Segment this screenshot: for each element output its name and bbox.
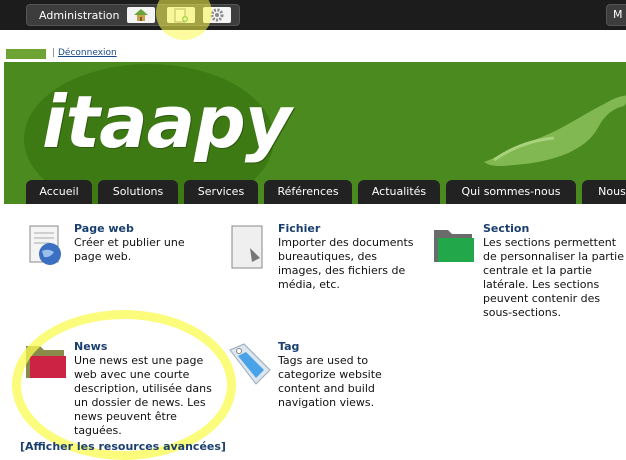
home-icon[interactable] [127, 7, 155, 23]
web-page-icon [29, 225, 61, 265]
resource-desc: Importer des documents bureautiques, des… [278, 236, 414, 291]
file-icon [231, 225, 263, 269]
tab-services[interactable]: Services [184, 180, 258, 204]
resource-file[interactable] [230, 224, 270, 273]
folder-green-icon [434, 230, 474, 262]
tab-qui-sommes-nous[interactable]: Qui sommes-nous [446, 180, 576, 204]
user-name[interactable] [6, 49, 46, 59]
resource-title[interactable]: Fichier [278, 222, 418, 235]
highlight-circle [156, 0, 212, 40]
advanced-resources-link[interactable]: [Afficher les resources avancées] [20, 440, 226, 453]
resource-web-page-text: Page web Créer et publier une page web. [74, 222, 214, 264]
site-banner: | Déconnexion itaapy Accueil Solutions S… [4, 44, 626, 204]
resource-title[interactable]: Section [483, 222, 625, 235]
main-nav: Accueil Solutions Services Références Ac… [26, 180, 626, 204]
resource-section[interactable] [432, 226, 478, 269]
tab-solutions[interactable]: Solutions [98, 180, 178, 204]
administration-label[interactable]: Administration [39, 9, 120, 22]
tab-actualites[interactable]: Actualités [358, 180, 440, 204]
right-menu-label: M [613, 8, 623, 21]
user-strip: | Déconnexion [4, 44, 626, 62]
tab-accueil[interactable]: Accueil [26, 180, 92, 204]
right-menu[interactable]: M [606, 4, 626, 26]
tab-references[interactable]: Références [264, 180, 352, 204]
highlight-ring [12, 310, 236, 460]
admin-toolbar: Administration M [0, 0, 626, 30]
site-logo[interactable]: itaapy [42, 80, 292, 164]
separator: | [52, 48, 56, 58]
resource-title[interactable]: Tag [278, 340, 418, 353]
resource-desc: Les sections permettent de personnaliser… [483, 236, 624, 319]
resource-section-text: Section Les sections permettent de perso… [483, 222, 625, 320]
resource-file-text: Fichier Importer des documents bureautiq… [278, 222, 418, 292]
resource-desc: Créer et publier une page web. [74, 236, 185, 263]
resource-desc: Tags are used to categorize website cont… [278, 354, 382, 409]
tab-nous[interactable]: Nous [582, 180, 626, 204]
resource-tag-text: Tag Tags are used to categorize website … [278, 340, 418, 410]
greyhound-icon [484, 95, 626, 166]
logout-link[interactable]: Déconnexion [58, 48, 117, 58]
resource-title[interactable]: Page web [74, 222, 214, 235]
resource-web-page[interactable] [26, 224, 68, 271]
